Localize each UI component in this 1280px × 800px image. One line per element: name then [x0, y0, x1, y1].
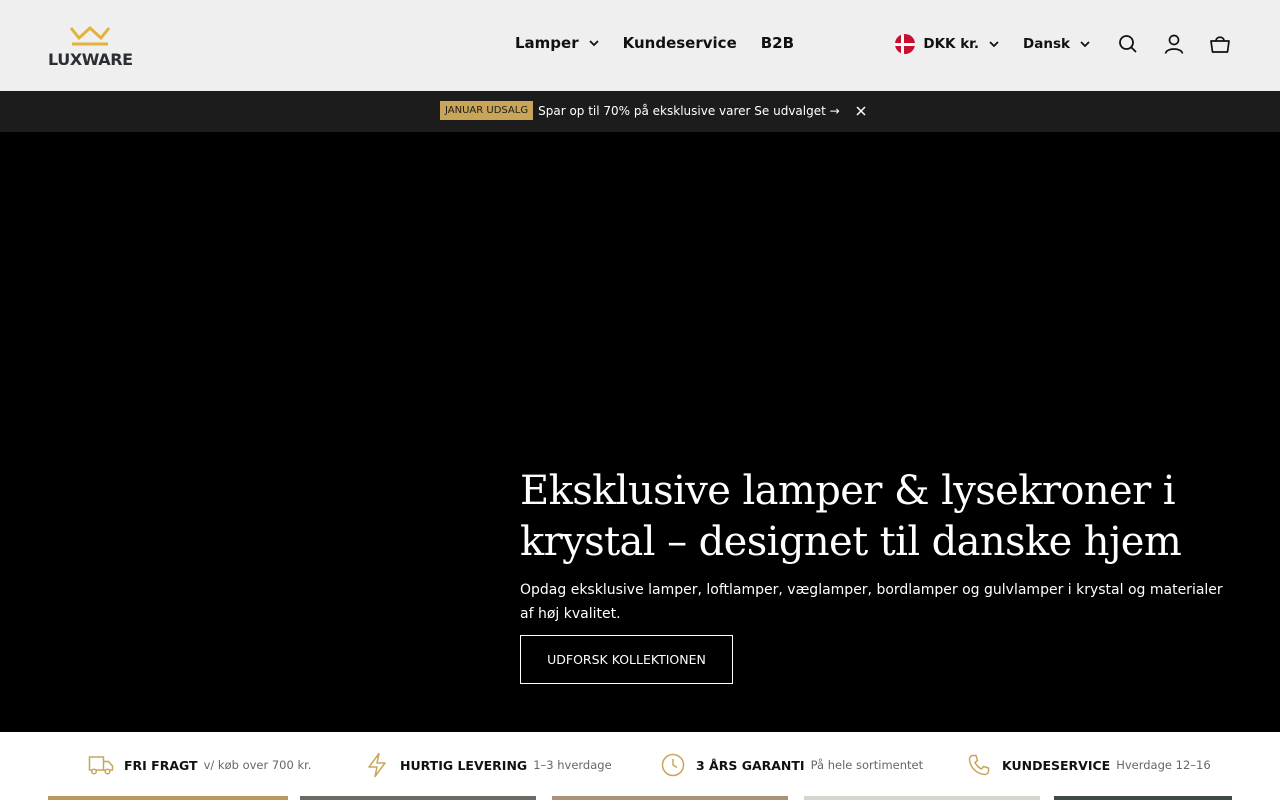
hero-banner: Eksklusive lamper & lysekroner i krystal… [0, 132, 1280, 732]
product-thumbnail-strip [1054, 796, 1232, 800]
cart-icon[interactable] [1208, 32, 1232, 56]
nav-item-label: Lamper [515, 34, 579, 52]
announcement-link[interactable]: Spar op til 70% på eksklusive varer Se u… [538, 104, 840, 118]
usp-title: HURTIG LEVERING [400, 757, 528, 773]
currency-selector[interactable]: DKK kr. [895, 34, 999, 54]
truck-icon [88, 752, 114, 778]
sale-badge: JANUAR UDSALG [440, 101, 534, 120]
nav-item-lamper[interactable]: Lamper [515, 34, 599, 52]
header-tools: DKK kr. Dansk [895, 32, 1232, 56]
product-thumbnail-strip [300, 796, 536, 800]
explore-collection-button[interactable]: UDFORSK KOLLEKTIONEN [520, 635, 733, 684]
product-thumbnail-strip [552, 796, 788, 800]
logo[interactable]: LUXWARE [48, 24, 134, 69]
main-nav: Lamper Kundeservice B2B [515, 34, 818, 52]
product-thumbnail-strip [804, 796, 1040, 800]
phone-icon [966, 752, 992, 778]
clock-icon [660, 752, 686, 778]
usp-title: 3 ÅRS GARANTI [696, 757, 805, 773]
usp-item-warranty: 3 ÅRS GARANTI På hele sortimentet [660, 752, 923, 778]
lightning-icon [364, 752, 390, 778]
language-label: Dansk [1023, 36, 1070, 52]
announcement-bar: JANUAR UDSALG Spar op til 70% på eksklus… [0, 91, 1280, 132]
usp-subtitle: På hele sortimentet [810, 758, 924, 772]
account-icon[interactable] [1162, 32, 1186, 56]
usp-subtitle: 1–3 hverdage [533, 758, 612, 772]
nav-item-b2b[interactable]: B2B [761, 34, 794, 52]
chevron-down-icon [989, 40, 999, 48]
crown-icon [69, 25, 111, 46]
denmark-flag-icon [895, 34, 916, 54]
search-icon[interactable] [1116, 32, 1140, 56]
chevron-down-icon [1080, 40, 1090, 48]
chevron-down-icon [588, 39, 599, 47]
usp-item-fast-delivery: HURTIG LEVERING 1–3 hverdage [364, 752, 612, 778]
currency-label: DKK kr. [923, 36, 980, 52]
usp-bar: FRI FRAGT v/ køb over 700 kr. HURTIG LEV… [0, 732, 1280, 800]
close-icon[interactable] [856, 105, 866, 116]
site-header: LUXWARE Lamper Kundeservice B2B DKK kr. … [0, 0, 1280, 91]
nav-item-kundeservice[interactable]: Kundeservice [623, 34, 737, 52]
usp-title: FRI FRAGT [124, 757, 198, 773]
hero-title: Eksklusive lamper & lysekroner i krystal… [520, 468, 1182, 565]
usp-subtitle: v/ køb over 700 kr. [203, 758, 312, 772]
nav-item-label: B2B [760, 34, 795, 52]
usp-item-free-shipping: FRI FRAGT v/ køb over 700 kr. [88, 752, 311, 778]
logo-text: LUXWARE [48, 50, 133, 69]
nav-item-label: Kundeservice [622, 34, 737, 52]
usp-title: KUNDESERVICE [1002, 757, 1111, 773]
product-thumbnail-strip [48, 796, 288, 800]
hero-subtitle: Opdag eksklusive lamper, loftlamper, væg… [520, 582, 1223, 622]
usp-subtitle: Hverdage 12–16 [1116, 758, 1211, 772]
language-selector[interactable]: Dansk [1023, 36, 1090, 52]
usp-item-customer-service: KUNDESERVICE Hverdage 12–16 [966, 752, 1211, 778]
